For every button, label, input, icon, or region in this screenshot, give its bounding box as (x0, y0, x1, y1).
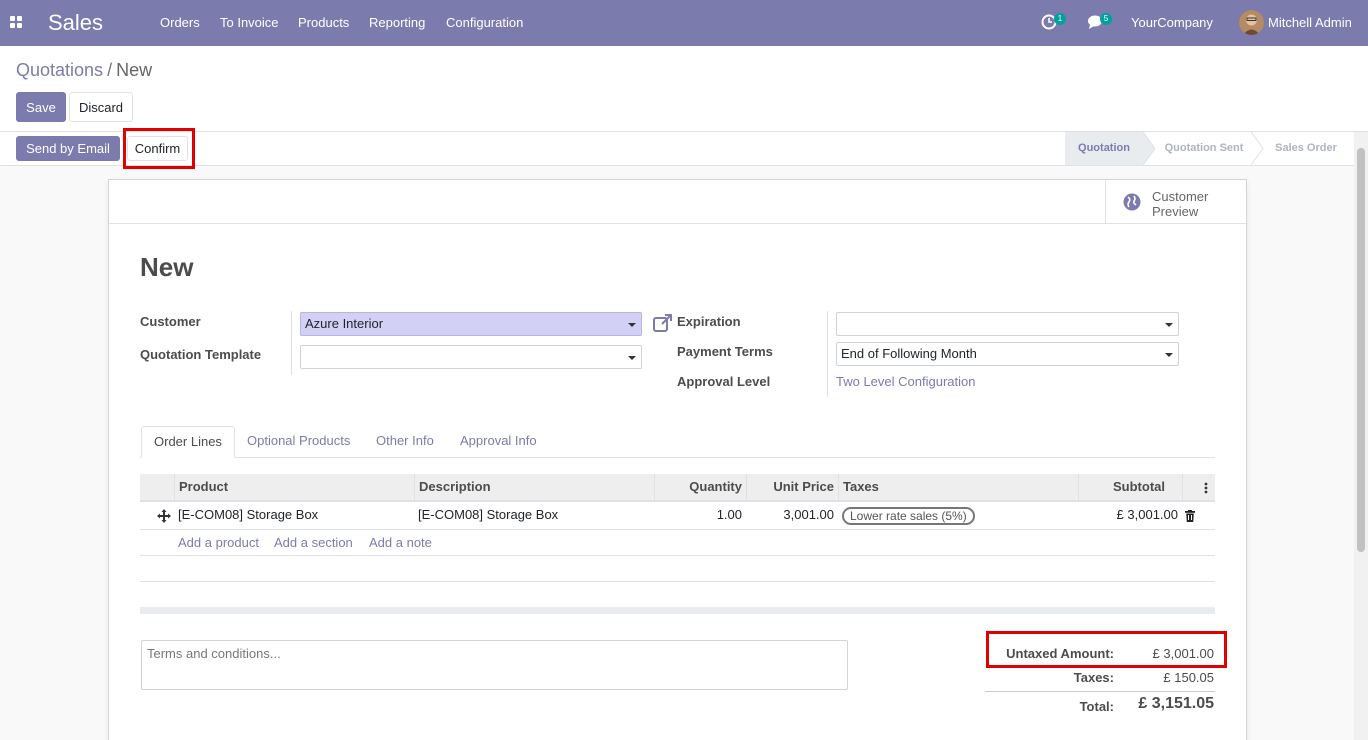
company-switcher[interactable]: YourCompany (1131, 15, 1213, 30)
breadcrumb-separator: / (107, 60, 113, 80)
total-label: Total: (1079, 699, 1114, 714)
column-description[interactable]: Description (414, 474, 654, 500)
menu-products[interactable]: Products (298, 15, 349, 30)
terms-placeholder: Terms and conditions... (147, 646, 281, 661)
taxes-label: Taxes: (1073, 670, 1114, 685)
tab-approval-info[interactable]: Approval Info (448, 426, 549, 458)
save-button[interactable]: Save (16, 92, 66, 122)
chevron-down-icon (628, 356, 636, 360)
cell-subtotal: £ 3,001.00 (1116, 507, 1178, 522)
button-box: Customer Preview (109, 180, 1248, 224)
status-bar: Send by Email Confirm Quotation Quotatio… (0, 128, 1354, 169)
confirm-highlight-box (123, 128, 195, 169)
menu-orders[interactable]: Orders (160, 15, 200, 30)
column-unit-price[interactable]: Unit Price (746, 474, 838, 500)
tax-tag[interactable]: Lower rate sales (5%) (842, 507, 975, 525)
chevron-down-icon (1165, 323, 1173, 327)
customer-preview-label: Customer Preview (1152, 189, 1209, 219)
send-by-email-button[interactable]: Send by Email (16, 136, 120, 161)
totals-divider (985, 691, 1215, 692)
record-title: New (140, 252, 194, 282)
approval-level-link[interactable]: Two Level Configuration (836, 374, 975, 389)
add-note-link[interactable]: Add a note (369, 530, 432, 556)
form-sheet: Customer Preview New Customer Quotation … (108, 179, 1248, 740)
payment-terms-select[interactable]: End of Following Month (836, 342, 1179, 366)
control-panel: Quotations / New Save Discard (0, 46, 1368, 132)
taxes-value: £ 150.05 (1163, 670, 1214, 685)
add-section-link[interactable]: Add a section (274, 530, 353, 556)
activity-count-badge: 1 (1054, 13, 1066, 25)
page-scrollbar[interactable] (1354, 132, 1368, 740)
breadcrumb: Quotations / New (16, 60, 152, 81)
terms-and-conditions-input[interactable]: Terms and conditions... (141, 640, 848, 690)
app-name: Sales (48, 10, 104, 35)
table-row[interactable]: [E-COM08] Storage Box [E-COM08] Storage … (140, 502, 1215, 530)
drag-handle-icon[interactable] (157, 509, 171, 523)
customer-label: Customer (140, 314, 201, 329)
field-separator (291, 311, 292, 375)
field-separator (827, 311, 828, 397)
payment-terms-value: End of Following Month (841, 346, 977, 361)
chevron-down-icon (1165, 353, 1173, 357)
add-product-link[interactable]: Add a product (178, 530, 259, 556)
column-subtotal[interactable]: Subtotal (1078, 474, 1182, 500)
menu-configuration[interactable]: Configuration (446, 15, 523, 30)
column-options[interactable] (1182, 474, 1215, 500)
menu-to-invoice[interactable]: To Invoice (220, 15, 279, 30)
chevron-down-icon (628, 323, 636, 327)
external-link-icon[interactable] (653, 314, 673, 332)
tab-other-info[interactable]: Other Info (364, 426, 446, 458)
untaxed-amount-value: £ 3,001.00 (1152, 646, 1214, 661)
stage-quotation[interactable]: Quotation (1065, 132, 1143, 165)
total-value: £ 3,151.05 (1138, 695, 1214, 712)
menu-reporting[interactable]: Reporting (369, 15, 425, 30)
add-line-row: Add a product Add a section Add a note (140, 530, 1215, 556)
payment-terms-label: Payment Terms (677, 344, 773, 359)
breadcrumb-quotations[interactable]: Quotations (16, 60, 103, 80)
quotation-template-select[interactable] (300, 345, 642, 369)
stage-sales-order[interactable]: Sales Order (1262, 132, 1350, 165)
untaxed-amount-label: Untaxed Amount: (1006, 646, 1114, 661)
column-product[interactable]: Product (174, 474, 414, 500)
tab-order-lines[interactable]: Order Lines (141, 426, 235, 458)
customer-select[interactable]: Azure Interior (300, 312, 642, 336)
stage-quotation-sent[interactable]: Quotation Sent (1152, 132, 1256, 165)
empty-row (140, 556, 1215, 582)
customer-preview-button[interactable]: Customer Preview (1105, 180, 1247, 223)
cell-quantity[interactable]: 1.00 (654, 502, 742, 528)
breadcrumb-current: New (116, 60, 153, 80)
globe-icon (1123, 193, 1141, 211)
user-menu[interactable]: Mitchell Admin (1268, 15, 1352, 30)
approval-level-label: Approval Level (677, 374, 771, 389)
customer-value: Azure Interior (305, 316, 384, 331)
column-taxes[interactable]: Taxes (838, 474, 1078, 500)
tab-optional-products[interactable]: Optional Products (235, 426, 362, 458)
expiration-date-input[interactable] (836, 312, 1179, 336)
scrollbar-thumb[interactable] (1357, 148, 1365, 552)
table-footer (140, 607, 1215, 614)
user-avatar[interactable] (1239, 10, 1264, 35)
discard-button[interactable]: Discard (69, 92, 133, 122)
column-quantity[interactable]: Quantity (654, 474, 746, 500)
app-menu-icon[interactable] (10, 16, 23, 29)
cell-product[interactable]: [E-COM08] Storage Box (178, 502, 318, 528)
cell-description[interactable]: [E-COM08] Storage Box (418, 502, 558, 528)
message-count-badge: 5 (1100, 13, 1112, 25)
trash-icon[interactable] (1185, 510, 1195, 522)
quotation-template-label: Quotation Template (140, 347, 262, 362)
expiration-label: Expiration (677, 314, 741, 329)
order-lines-header: Product Description Quantity Unit Price … (140, 474, 1215, 502)
vertical-dots-icon (1204, 482, 1208, 494)
top-navbar: Sales Orders To Invoice Products Reporti… (0, 0, 1368, 46)
cell-unit-price[interactable]: 3,001.00 (746, 502, 834, 528)
